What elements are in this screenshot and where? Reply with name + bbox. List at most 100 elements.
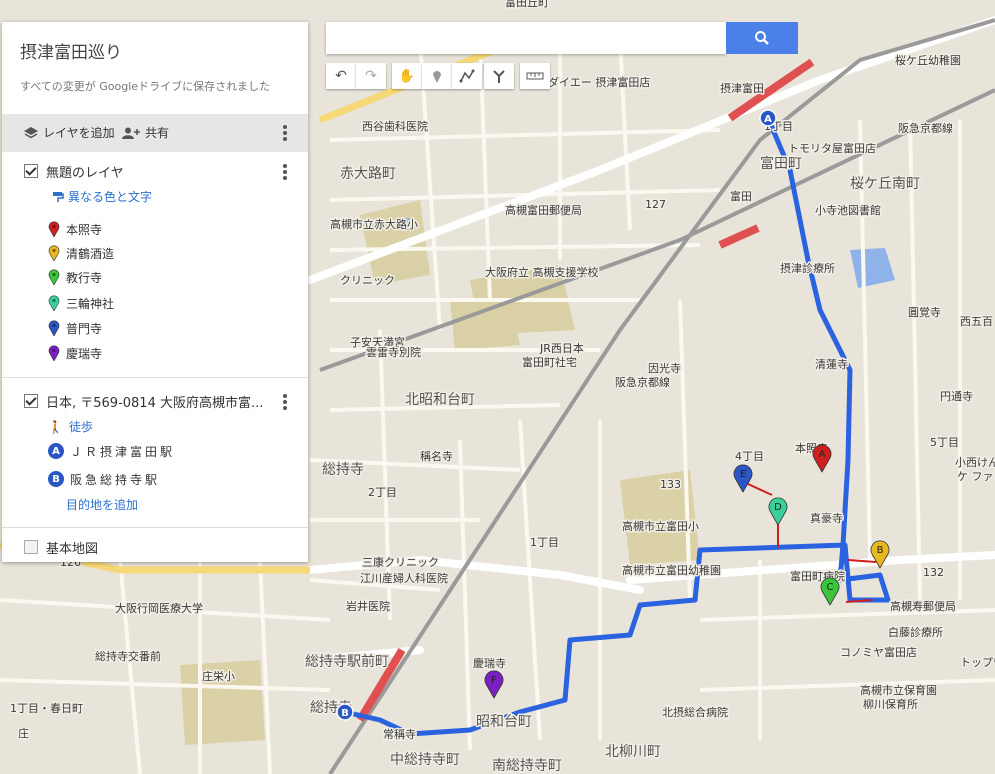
draw-line-button[interactable]	[452, 63, 482, 89]
route-point-a[interactable]: A ＪＲ摂津富田駅	[48, 442, 175, 460]
basemap-toggle-icon[interactable]	[24, 540, 38, 554]
place-marker-icon	[48, 295, 60, 311]
map-label: トモリタ屋富田店	[788, 141, 876, 155]
redo-button[interactable]: ↷	[356, 63, 386, 89]
add-marker-button[interactable]	[422, 63, 452, 89]
map-label: 真豪寺	[810, 511, 843, 525]
map-legend-panel: 摂津富田巡り すべての変更が Googleドライブに保存されました レイヤを追加…	[2, 22, 308, 562]
map-label: 南総持寺町	[492, 758, 562, 774]
map-label: 富田丘町	[505, 0, 549, 9]
layer1-item-label: 三輪神社	[66, 296, 115, 311]
map-label: 北摂総合病院	[662, 705, 728, 719]
add-person-icon	[122, 127, 140, 139]
search-field[interactable]	[332, 22, 726, 54]
redo-icon: ↷	[365, 68, 377, 84]
layer1-style-link[interactable]: 異なる色と文字	[52, 188, 152, 205]
layer1-item[interactable]: 清鶴酒造	[48, 244, 114, 262]
map-label: 江川産婦人科医院	[360, 571, 448, 585]
layer1-more-icon[interactable]	[283, 164, 287, 180]
layer1-item[interactable]: 普門寺	[48, 319, 102, 337]
map-label: 慶瑞寺	[473, 656, 506, 670]
share-button[interactable]: 共有	[122, 124, 169, 141]
route-endpoint[interactable]: B	[336, 703, 354, 721]
map-label: 2丁目	[368, 486, 397, 499]
map-title[interactable]: 摂津富田巡り	[20, 38, 122, 63]
marker-letter: A	[819, 449, 826, 460]
directions-icon	[493, 70, 505, 83]
walking-mode[interactable]: 🚶 徒歩	[48, 418, 93, 435]
route-point-b[interactable]: B 阪急総持寺駅	[48, 470, 160, 488]
marker-letter: F	[491, 675, 497, 686]
marker-letter: C	[827, 582, 834, 593]
point-a-label: ＪＲ摂津富田駅	[70, 444, 176, 459]
search-input[interactable]	[326, 22, 726, 54]
map-label: 柳川保育所	[863, 697, 918, 711]
map-label: 1丁目・春日町	[10, 702, 83, 715]
layer2-more-icon[interactable]	[283, 394, 287, 410]
map-label: 総持寺駅前町	[305, 653, 389, 670]
basemap-divider	[2, 527, 308, 528]
map-label: JR西日本	[539, 341, 584, 355]
marker-letter: B	[877, 545, 884, 556]
pan-hand-button[interactable]: ✋	[392, 63, 422, 89]
layer1-name[interactable]: 無題のレイヤ	[46, 162, 124, 181]
route-endpoint[interactable]: A	[759, 109, 777, 127]
add-destination-link[interactable]: 目的地を追加	[66, 496, 138, 513]
layer-divider	[2, 377, 308, 378]
map-label: 富田町社宅	[522, 355, 577, 369]
map-label: 小西けん	[955, 456, 995, 469]
map-label: 圓覚寺	[908, 306, 941, 319]
map-label: 高槻富田郵便局	[505, 203, 582, 217]
map-label: 阪急京都線	[898, 121, 953, 135]
point-b-badge: B	[48, 471, 64, 487]
map-label: 桜ケ丘南町	[850, 176, 920, 192]
map-label: トップワ	[960, 656, 995, 669]
add-layer-button[interactable]: レイヤを追加	[24, 124, 115, 141]
measure-button[interactable]	[520, 63, 550, 89]
walking-mode-label: 徒歩	[68, 420, 93, 434]
walking-icon: 🚶	[48, 419, 63, 434]
map-label: 1丁目	[530, 536, 559, 549]
map-label: 摂津診療所	[780, 261, 835, 275]
layer1-item[interactable]: 教行寺	[48, 268, 102, 286]
map-label: 白藤診療所	[888, 625, 943, 639]
panel-toolbar: レイヤを追加 共有	[2, 114, 308, 152]
map-label: 富田	[730, 189, 752, 203]
toolbar-more-icon[interactable]	[283, 125, 287, 141]
undo-button[interactable]: ↶	[326, 63, 356, 89]
map-label: 4丁目	[735, 450, 764, 463]
directions-button[interactable]	[484, 63, 514, 89]
save-status: すべての変更が Googleドライブに保存されました	[20, 80, 271, 93]
map-label: クリニック	[340, 274, 395, 287]
map-label: 岩井医院	[346, 599, 390, 613]
map-label: 北柳川町	[605, 743, 661, 760]
marker-letter: D	[774, 502, 782, 513]
map-label: 清蓮寺	[815, 357, 848, 371]
map-label: 北昭和台町	[405, 392, 475, 408]
layer1-item[interactable]: 本照寺	[48, 220, 102, 238]
point-b-label: 阪急総持寺駅	[70, 472, 161, 487]
layer1-item[interactable]: 三輪神社	[48, 294, 114, 312]
point-a-badge: A	[48, 443, 64, 459]
layer1-item-label: 普門寺	[66, 321, 103, 336]
map-label: ケ ファミ	[957, 470, 995, 483]
layer1-item-label: 清鶴酒造	[66, 246, 115, 261]
place-marker-icon	[48, 221, 60, 237]
search-button[interactable]	[726, 22, 798, 54]
basemap-row[interactable]: 基本地図	[2, 530, 308, 562]
layer2-name[interactable]: 日本, 〒569-0814 大阪府高槻市富...	[46, 392, 263, 411]
map-label: 133	[660, 478, 681, 491]
map-label: 127	[645, 198, 666, 211]
layer2-checkbox[interactable]	[24, 394, 38, 408]
map-label: 円通寺	[940, 390, 973, 403]
share-label: 共有	[145, 126, 170, 140]
map-label: 昭和台町	[476, 714, 532, 730]
map-label: 常稱寺	[383, 728, 416, 741]
map-label: 中総持寺町	[390, 752, 460, 768]
map-label: 富田町	[760, 155, 802, 172]
layer1-checkbox[interactable]	[24, 164, 38, 178]
layer1-item[interactable]: 慶瑞寺	[48, 344, 102, 362]
draw-line-icon	[459, 69, 475, 83]
route-endpoint-letter: B	[341, 708, 349, 719]
map-label: 高槻市立赤大路小	[330, 217, 418, 231]
